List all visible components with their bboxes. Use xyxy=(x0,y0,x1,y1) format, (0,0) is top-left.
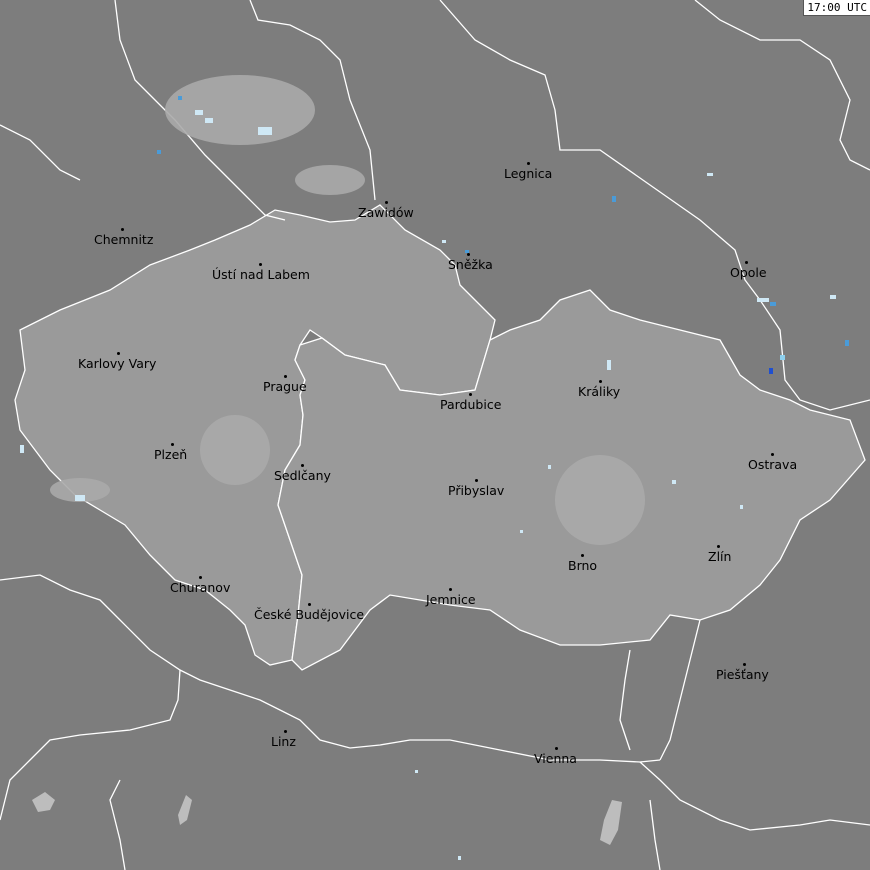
lake-attersee xyxy=(178,795,192,825)
city-dot xyxy=(581,554,584,557)
lake-neusiedl xyxy=(600,800,622,845)
city-dot xyxy=(199,576,202,579)
city-dot xyxy=(301,464,304,467)
city-label: Linz xyxy=(271,734,296,749)
city-label: Králiky xyxy=(578,384,621,399)
city-dot xyxy=(717,545,720,548)
city-dot xyxy=(527,162,530,165)
city-label: Chemnitz xyxy=(94,232,154,247)
city-label: Prague xyxy=(263,379,307,394)
city-dot xyxy=(171,443,174,446)
city-label: Pardubice xyxy=(440,397,502,412)
city-label: Vienna xyxy=(534,751,577,766)
city-label: Jemnice xyxy=(426,592,476,607)
city-label: Sněžka xyxy=(448,257,493,272)
city-dot xyxy=(385,201,388,204)
city-label: Brno xyxy=(568,558,598,573)
city-label: Zlín xyxy=(708,549,732,564)
city-label: Ústí nad Labem xyxy=(212,267,310,282)
city-dot xyxy=(475,479,478,482)
city-dot xyxy=(599,380,602,383)
city-dot xyxy=(449,588,452,591)
map-base xyxy=(0,0,870,870)
city-dot xyxy=(743,663,746,666)
city-label: Ostrava xyxy=(748,457,798,472)
city-label: Karlovy Vary xyxy=(78,356,157,371)
city-dot xyxy=(121,228,124,231)
city-dot xyxy=(259,263,262,266)
city-dot xyxy=(284,375,287,378)
city-dot xyxy=(469,393,472,396)
city-label: Churanov xyxy=(170,580,231,595)
city-dot xyxy=(117,352,120,355)
city-label: Opole xyxy=(730,265,767,280)
city-label: Přibyslav xyxy=(448,483,505,498)
city-label: Legnica xyxy=(504,166,553,181)
city-label: Zawidów xyxy=(358,205,414,220)
city-dot xyxy=(555,747,558,750)
city-label: Sedlčany xyxy=(274,468,331,483)
lightning-map: Legnica Zawidów Chemnitz Ústí nad Labem Sněž… xyxy=(0,0,870,870)
city-label: Piešťany xyxy=(716,667,769,682)
city-label: České Budějovice xyxy=(254,607,365,622)
city-dot xyxy=(308,603,311,606)
city-label: Plzeň xyxy=(154,447,188,462)
timestamp-label: 17:00 UTC xyxy=(803,0,870,16)
city-dot xyxy=(467,253,470,256)
city-dot xyxy=(284,730,287,733)
lake-chiemsee xyxy=(32,792,55,812)
city-dot xyxy=(745,261,748,264)
city-dot xyxy=(771,453,774,456)
